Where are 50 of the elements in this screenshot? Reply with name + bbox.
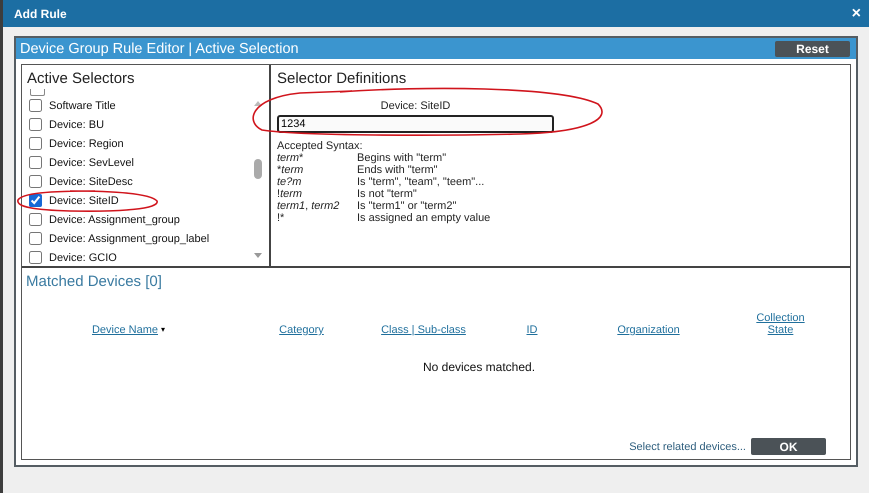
selector-label[interactable]: Device: SevLevel [49, 156, 134, 168]
syntax-pattern: !* [277, 212, 286, 224]
pane-title: Selector Definitions [277, 70, 408, 88]
syntax-meaning: Ends with "term" [357, 164, 438, 176]
checkbox[interactable] [29, 213, 42, 226]
field-label: Device: SiteID [380, 100, 452, 112]
syntax-heading: Accepted Syntax: [277, 141, 364, 152]
checkbox[interactable] [29, 99, 42, 112]
reset-button[interactable]: Reset [775, 40, 850, 56]
selector-label[interactable]: Device: GCIO [49, 252, 117, 264]
checkbox[interactable] [29, 156, 42, 169]
window-title: Add Rule [14, 6, 67, 20]
syntax-meaning: Is "term", "team", "teem"... [357, 176, 484, 188]
checkbox[interactable] [29, 232, 42, 245]
related-devices-link[interactable]: Select related devices... [629, 440, 746, 452]
syntax-meaning: Begins with "term" [357, 152, 446, 164]
selector-label[interactable]: Device: Region [49, 138, 124, 150]
sort-icon: ▾ [161, 325, 166, 334]
checkbox[interactable] [29, 118, 42, 131]
panel-title: Device Group Rule Editor | Active Selection [20, 40, 299, 56]
input-field[interactable]: 1234 [277, 115, 554, 133]
checkbox[interactable] [29, 137, 42, 150]
selector-label[interactable]: Device: Assignment_group_label [49, 232, 210, 244]
syntax-pattern: term1, term2 [277, 200, 340, 212]
empty-message: No devices matched. [422, 360, 536, 374]
column-header[interactable]: Collection State [750, 312, 810, 336]
syntax-meaning: Is not "term" [357, 188, 417, 200]
selector-label[interactable]: Device: Assignment_group [49, 214, 180, 226]
close-button[interactable]: × [852, 4, 861, 22]
syntax-meaning: Is assigned an empty value [357, 212, 490, 224]
syntax-meaning: Is "term1" or "term2" [357, 200, 456, 212]
column-header[interactable]: ID [526, 324, 538, 336]
syntax-pattern: *term [277, 164, 304, 176]
column-header[interactable]: Class | Sub-class [381, 324, 466, 336]
selector-label[interactable]: Device: BU [49, 118, 104, 130]
selector-label[interactable]: Software Title [49, 100, 116, 112]
section-title: Matched Devices [0] [25, 272, 163, 291]
checkbox[interactable] [29, 251, 42, 264]
syntax-pattern: term* [277, 152, 304, 164]
checkbox[interactable] [29, 175, 42, 188]
column-header[interactable]: Organization [617, 324, 680, 336]
selector-label[interactable]: Device: SiteDesc [49, 176, 133, 188]
syntax-pattern: te?m [277, 176, 302, 188]
checkbox[interactable] [29, 194, 42, 207]
pane-title: Active Selectors [26, 69, 136, 87]
syntax-pattern: !term [277, 188, 304, 200]
column-header[interactable]: Category [279, 324, 324, 336]
selector-label[interactable]: Device: SiteID [49, 194, 119, 206]
ok-button[interactable]: OK [751, 438, 826, 455]
column-header[interactable]: Device Name [92, 324, 158, 336]
